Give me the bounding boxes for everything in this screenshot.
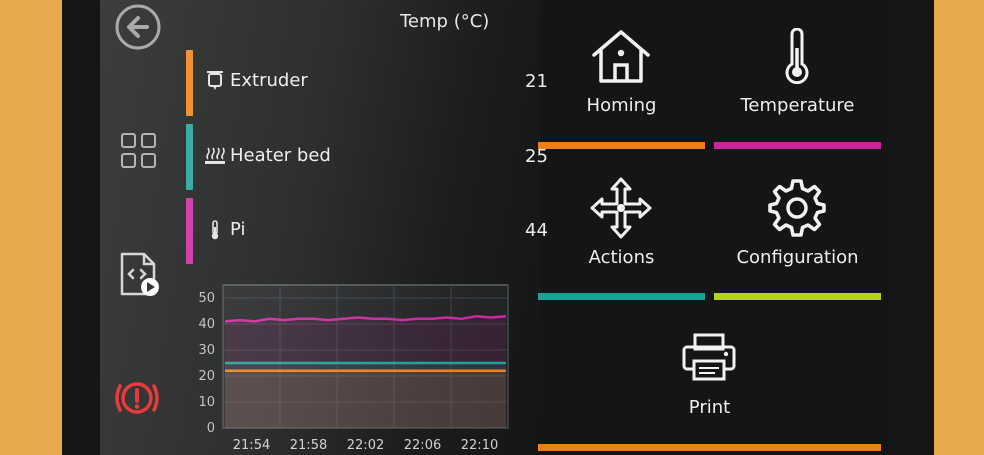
y-tick-label: 30 bbox=[198, 343, 215, 358]
x-tick-label: 22:06 bbox=[404, 438, 441, 453]
back-arrow-icon[interactable] bbox=[113, 2, 163, 52]
heater-name: Pi bbox=[230, 219, 246, 240]
gcode-file-icon[interactable] bbox=[114, 249, 164, 299]
x-tick-label: 22:02 bbox=[347, 438, 384, 453]
heater-bed-icon bbox=[204, 145, 226, 167]
x-tick-label: 21:58 bbox=[290, 438, 327, 453]
move-arrows-icon bbox=[590, 177, 652, 239]
heater-color-bar bbox=[186, 50, 193, 116]
touch-screen: Temp (°C) Extruder 21 Heater bed 25 Pi 4… bbox=[100, 0, 888, 455]
heater-row-extruder[interactable]: Extruder 21 bbox=[186, 50, 548, 116]
heater-name: Heater bed bbox=[230, 145, 331, 166]
gear-icon bbox=[768, 179, 826, 237]
series-area bbox=[225, 370, 506, 428]
thermometer-icon bbox=[785, 28, 809, 84]
y-tick-label: 50 bbox=[198, 291, 215, 306]
tile-color-bar bbox=[538, 142, 705, 149]
x-tick-label: 22:10 bbox=[461, 438, 498, 453]
tile-label: Configuration bbox=[736, 247, 859, 268]
tile-color-bar bbox=[538, 293, 705, 300]
temperature-button[interactable]: Temperature bbox=[714, 20, 881, 151]
y-tick-label: 20 bbox=[198, 369, 215, 384]
x-tick-label: 21:54 bbox=[233, 438, 270, 453]
actions-button[interactable]: Actions bbox=[538, 170, 705, 301]
home-icon bbox=[592, 30, 650, 83]
y-tick-label: 0 bbox=[207, 421, 215, 436]
tile-label: Homing bbox=[586, 95, 657, 116]
tile-label: Actions bbox=[588, 247, 655, 268]
temp-column-header: Temp (°C) bbox=[400, 11, 490, 32]
homing-button[interactable]: Homing bbox=[538, 20, 705, 151]
heater-color-bar bbox=[186, 198, 193, 264]
emergency-stop-icon[interactable] bbox=[112, 373, 162, 423]
tile-color-bar bbox=[538, 444, 881, 451]
extruder-icon bbox=[204, 70, 226, 92]
temperature-graph[interactable]: 50 40 30 20 10 0 21:54 21:58 22:02 22:06 22:10 bbox=[186, 280, 526, 455]
print-button[interactable]: Print bbox=[538, 322, 881, 455]
tile-label: Temperature bbox=[740, 95, 855, 116]
tile-label: Print bbox=[688, 397, 731, 418]
configuration-button[interactable]: Configuration bbox=[714, 170, 881, 301]
y-tick-label: 10 bbox=[198, 395, 215, 410]
tile-color-bar bbox=[714, 293, 881, 300]
heater-row-heater-bed[interactable]: Heater bed 25 bbox=[186, 124, 548, 190]
heater-color-bar bbox=[186, 124, 193, 190]
printer-icon bbox=[682, 333, 736, 381]
heater-name: Extruder bbox=[230, 70, 308, 91]
thermometer-icon bbox=[204, 219, 226, 241]
grid-menu-icon[interactable] bbox=[114, 126, 164, 176]
heater-row-pi[interactable]: Pi 44 bbox=[186, 198, 548, 264]
tile-color-bar bbox=[714, 142, 881, 149]
y-tick-label: 40 bbox=[198, 317, 215, 332]
